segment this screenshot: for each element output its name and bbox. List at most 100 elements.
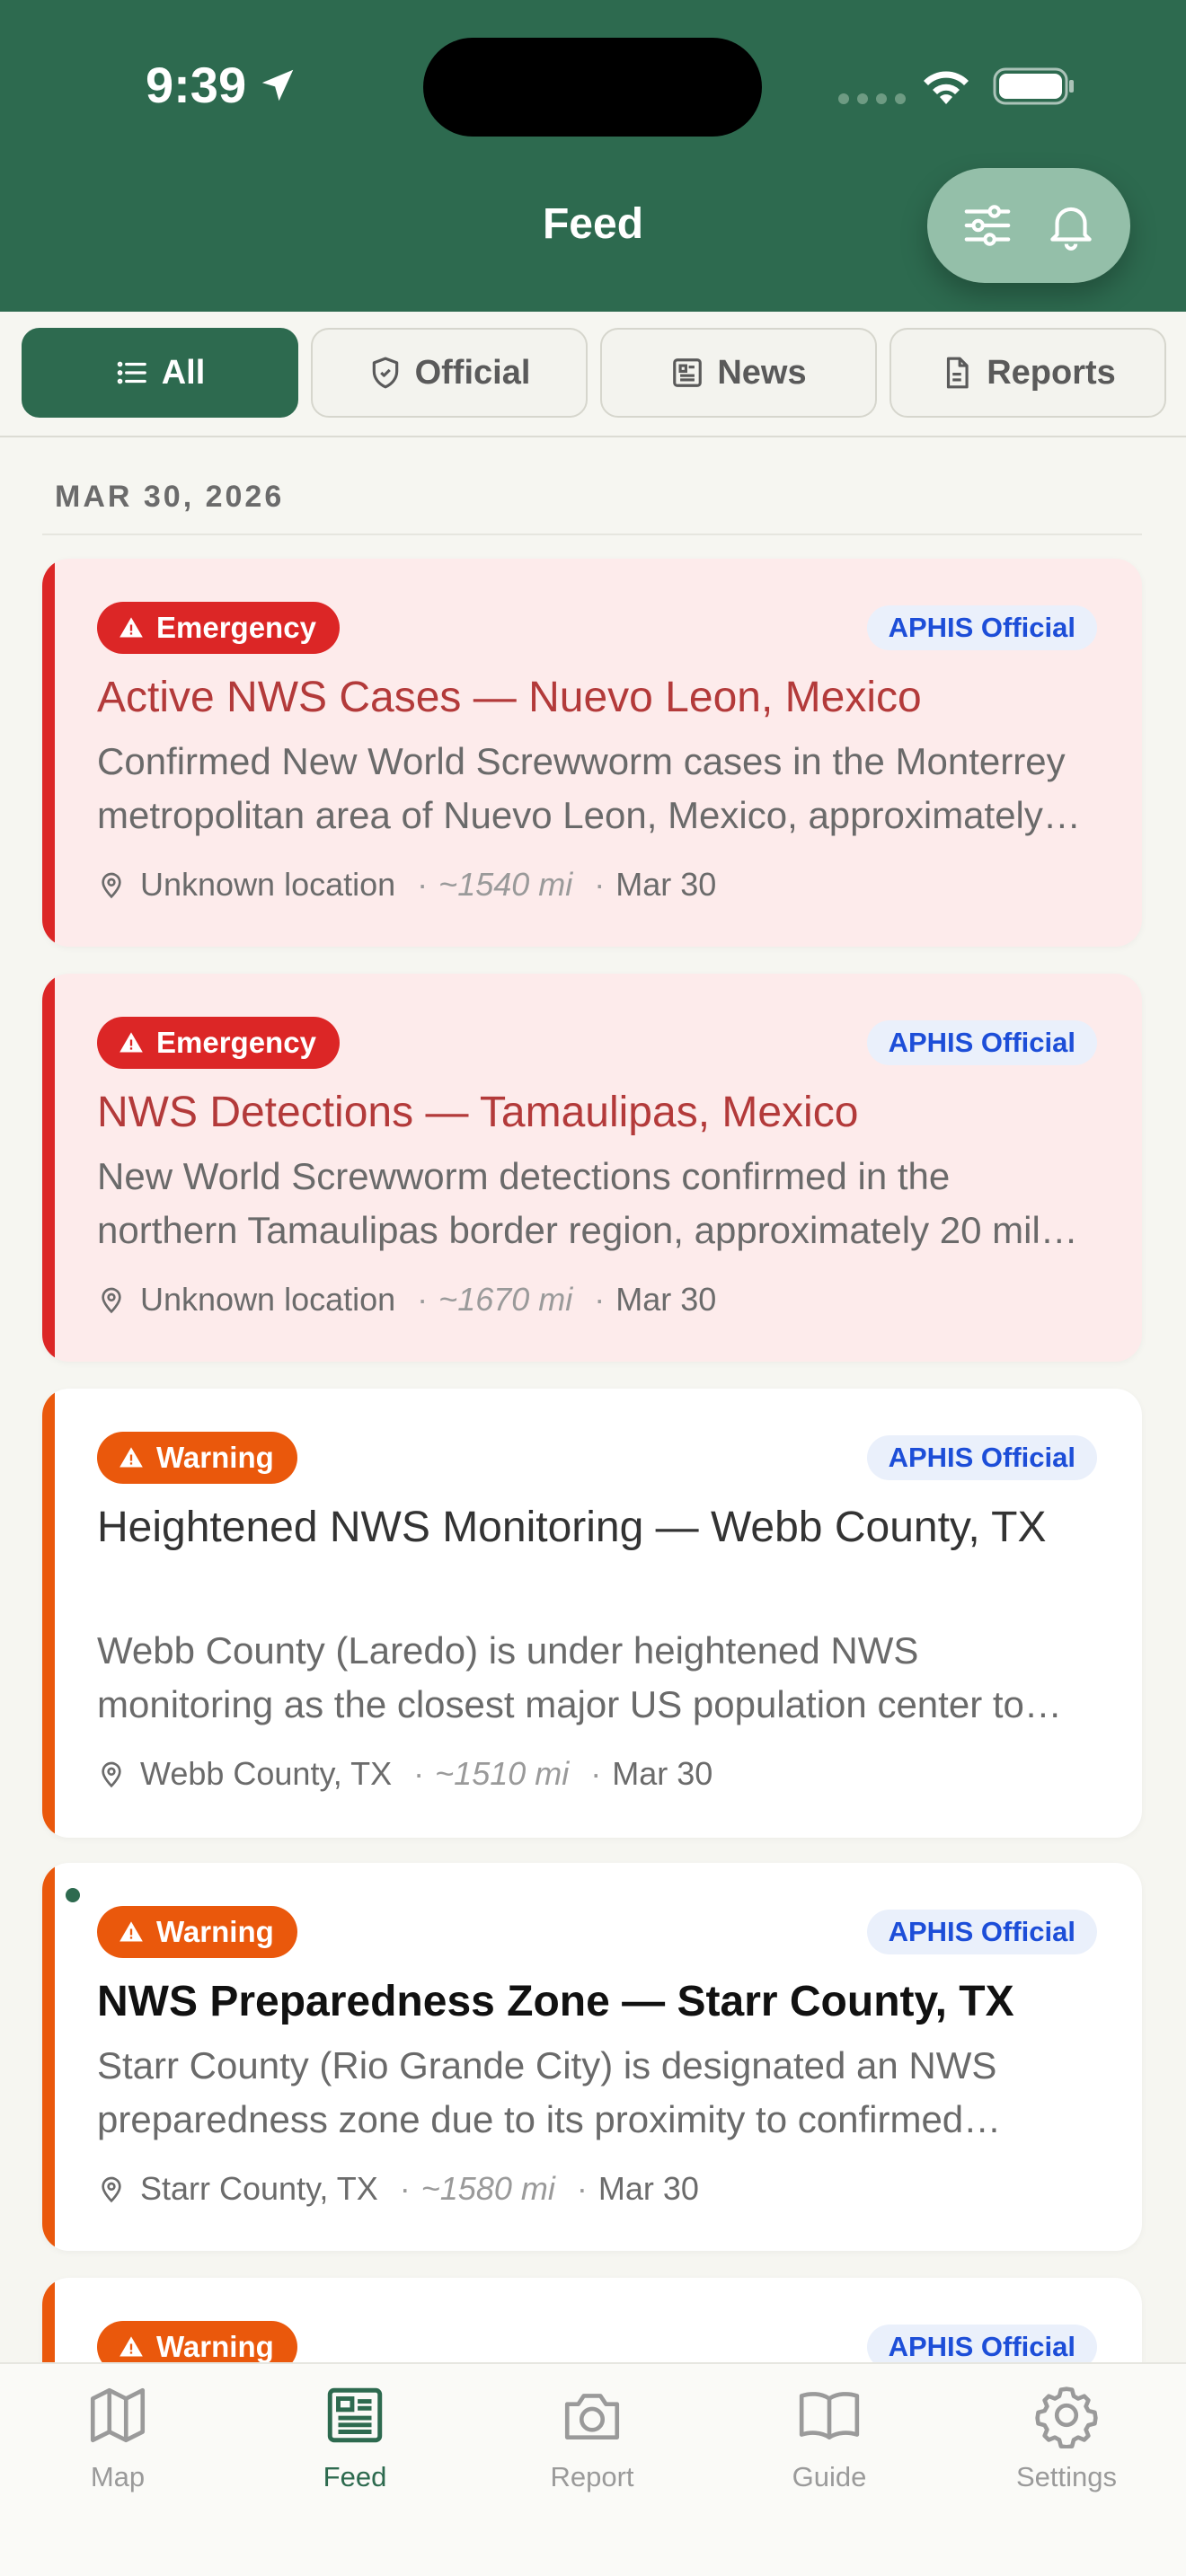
- card-title: Heightened NWS Monitoring — Webb County,…: [97, 1504, 1047, 1551]
- filter-news[interactable]: News: [600, 328, 877, 418]
- card-date: Mar 30: [615, 866, 717, 903]
- shield-check-icon: [372, 357, 398, 389]
- divider: [42, 534, 1142, 535]
- location-pin-icon: [102, 2176, 121, 2203]
- app-header: 9:39 Feed: [0, 0, 1186, 312]
- card-description: Confirmed New World Screwworm cases in t…: [97, 740, 1066, 836]
- card-title: NWS Preparedness Zone — Starr County, TX: [97, 1978, 1014, 2025]
- severity-label: Warning: [156, 1441, 274, 1474]
- map-icon: [90, 2387, 146, 2443]
- severity-bar: [42, 1389, 55, 1838]
- tab-report-label: Report: [550, 2461, 634, 2492]
- date-section-header: MAR 30, 2026: [55, 480, 285, 514]
- tab-guide[interactable]: Guide: [739, 2382, 919, 2493]
- severity-badge: Warning: [97, 1432, 297, 1484]
- warning-triangle-icon: [119, 2336, 143, 2357]
- card-description: New World Screwworm detections confirmed…: [97, 1155, 1081, 1251]
- card-description: Starr County (Rio Grande City) is design…: [97, 2044, 997, 2140]
- filter-all-label: All: [161, 353, 206, 392]
- filter-all[interactable]: All: [22, 328, 298, 418]
- bottom-tab-bar: Map Feed Report Guide Settings: [0, 2362, 1186, 2576]
- severity-label: Warning: [156, 1915, 274, 1948]
- card-date: Mar 30: [597, 2170, 699, 2207]
- book-icon: [799, 2392, 860, 2439]
- dynamic-island: [423, 38, 762, 137]
- tab-feed-label: Feed: [323, 2461, 387, 2492]
- card-meta: Unknown location · ~1540 mi · Mar 30: [97, 866, 716, 904]
- feed-card[interactable]: Emergency APHIS Official Active NWS Case…: [42, 559, 1142, 947]
- header-actions: [927, 168, 1130, 283]
- meta-separator: ·: [417, 1281, 429, 1318]
- meta-separator: ·: [594, 1281, 606, 1318]
- card-location: Webb County, TX: [140, 1755, 393, 1792]
- meta-separator: ·: [417, 866, 429, 903]
- filter-official[interactable]: Official: [311, 328, 588, 418]
- tab-settings-label: Settings: [1015, 2461, 1117, 2492]
- meta-separator: ·: [594, 866, 606, 903]
- card-distance: ~1580 mi: [420, 2170, 555, 2207]
- severity-label: Emergency: [156, 1026, 316, 1059]
- location-pin-icon: [102, 872, 121, 899]
- camera-icon: [564, 2394, 620, 2439]
- filter-reports-label: Reports: [987, 353, 1116, 392]
- card-date: Mar 30: [615, 1281, 717, 1318]
- location-arrow-icon: [261, 69, 294, 101]
- gear-icon: [1035, 2386, 1098, 2448]
- tab-guide-label: Guide: [792, 2461, 867, 2492]
- source-badge: APHIS Official: [866, 1910, 1097, 1954]
- card-title: Active NWS Cases — Nuevo Leon, Mexico: [97, 674, 922, 721]
- filter-reports[interactable]: Reports: [890, 328, 1166, 418]
- card-description: Webb County (Laredo) is under heightened…: [97, 1629, 1024, 1725]
- card-meta: Webb County, TX · ~1510 mi · Mar 30: [97, 1755, 712, 1793]
- tab-feed[interactable]: Feed: [265, 2382, 445, 2493]
- feed-card[interactable]: Warning APHIS Official Heightened NWS Mo…: [42, 1389, 1142, 1838]
- feed-card[interactable]: Emergency APHIS Official NWS Detections …: [42, 974, 1142, 1362]
- filter-official-label: Official: [414, 353, 531, 392]
- severity-bar: [42, 559, 55, 947]
- sliders-icon[interactable]: [960, 198, 1015, 253]
- card-distance: ~1670 mi: [438, 1281, 573, 1318]
- card-location: Unknown location: [140, 866, 396, 903]
- unread-indicator: [66, 1888, 80, 1902]
- newspaper-icon: [327, 2387, 383, 2443]
- warning-triangle-icon: [119, 617, 143, 638]
- filter-news-label: News: [717, 353, 807, 392]
- card-date: Mar 30: [612, 1755, 713, 1792]
- card-meta: Unknown location · ~1670 mi · Mar 30: [97, 1281, 716, 1319]
- status-time: 9:39: [146, 56, 298, 114]
- severity-badge: Emergency: [97, 602, 340, 654]
- meta-separator: ·: [576, 2170, 588, 2207]
- list-icon: [117, 361, 146, 384]
- severity-bar: [42, 1863, 55, 2251]
- card-location: Starr County, TX: [140, 2170, 378, 2207]
- card-location: Unknown location: [140, 1281, 396, 1318]
- location-pin-icon: [102, 1287, 121, 1314]
- tab-report[interactable]: Report: [502, 2382, 682, 2493]
- battery-icon: [993, 67, 1074, 105]
- severity-badge: Warning: [97, 1906, 297, 1958]
- meta-separator: ·: [590, 1755, 602, 1792]
- location-pin-icon: [102, 1761, 121, 1788]
- filter-bar: All Official News Reports: [0, 312, 1186, 437]
- feed-card[interactable]: Warning APHIS Official NWS Preparedness …: [42, 1863, 1142, 2251]
- card-distance: ~1510 mi: [435, 1755, 570, 1792]
- tab-map[interactable]: Map: [28, 2382, 208, 2493]
- newspaper-icon: [673, 358, 703, 387]
- tab-settings[interactable]: Settings: [977, 2382, 1156, 2493]
- wifi-icon: [924, 71, 969, 104]
- card-title: NWS Detections — Tamaulipas, Mexico: [97, 1089, 859, 1136]
- severity-label: Emergency: [156, 611, 316, 644]
- document-icon: [947, 357, 969, 389]
- severity-badge: Emergency: [97, 1017, 340, 1069]
- cellular-signal-icon: [838, 93, 906, 104]
- severity-label: Warning: [156, 2330, 274, 2363]
- status-time-text: 9:39: [146, 57, 247, 113]
- bell-icon[interactable]: [1043, 198, 1099, 253]
- tab-map-label: Map: [90, 2461, 146, 2492]
- card-meta: Starr County, TX · ~1580 mi · Mar 30: [97, 2170, 699, 2208]
- warning-triangle-icon: [119, 1921, 143, 1942]
- source-badge: APHIS Official: [866, 1435, 1097, 1480]
- meta-separator: ·: [413, 1755, 425, 1792]
- card-distance: ~1540 mi: [438, 866, 573, 903]
- meta-separator: ·: [399, 2170, 411, 2207]
